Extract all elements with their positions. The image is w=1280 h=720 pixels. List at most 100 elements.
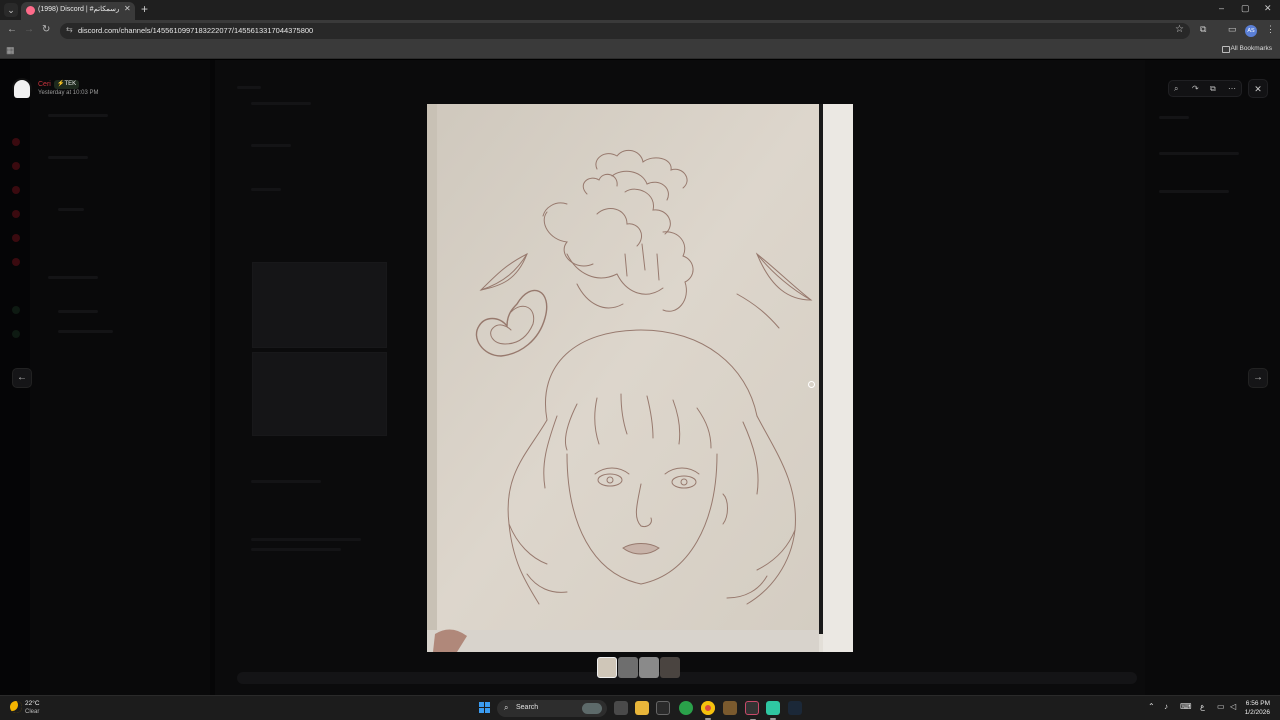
channel-row — [58, 208, 84, 211]
clock-time[interactable]: 6:56 PM — [1246, 700, 1270, 707]
channel-row — [48, 114, 108, 117]
zoom-icon[interactable]: ⌕ — [1174, 84, 1178, 94]
window-close-button[interactable]: ✕ — [1264, 3, 1272, 14]
member-row — [1159, 152, 1239, 155]
windows-logo-icon — [479, 708, 484, 713]
forward-icon[interactable]: → — [24, 24, 34, 35]
attachment-thumbnail — [252, 262, 387, 348]
thumbnail-1[interactable] — [597, 657, 617, 678]
network-icon[interactable]: ▭ — [1217, 702, 1225, 711]
weather-condition[interactable]: Clear — [25, 709, 39, 715]
message-timestamp: Yesterday at 10:03 PM — [38, 90, 99, 96]
url-text: discord.com/channels/1455610997183222077… — [78, 26, 314, 35]
member-row — [1159, 190, 1229, 193]
new-tab-button[interactable]: + — [141, 2, 148, 16]
star-icon[interactable]: ☆ — [1175, 24, 1184, 35]
windows-logo-icon — [485, 708, 490, 713]
maximize-button[interactable]: ▢ — [1241, 3, 1250, 14]
tab-title: (1998) Discord | #رسمكاتم | MN — [38, 6, 122, 13]
guild-tag-label: TEK — [64, 81, 77, 87]
server-icon — [12, 330, 20, 338]
previous-image-button[interactable]: ← — [12, 368, 32, 388]
server-icon — [12, 138, 20, 146]
server-icon — [12, 306, 20, 314]
message-input — [237, 672, 1137, 684]
chrome-icon[interactable] — [701, 701, 715, 720]
attachment-thumbnail — [252, 352, 387, 436]
channel-row — [58, 330, 113, 333]
tab-search-icon[interactable]: ⌄ — [4, 3, 18, 17]
ghost-avatar-icon — [14, 80, 30, 98]
minecraft-icon[interactable] — [723, 701, 737, 715]
chevron-up-icon[interactable]: ⌃ — [1148, 702, 1155, 711]
search-label: Search — [516, 704, 539, 711]
author-name[interactable]: Ceri — [38, 81, 51, 88]
search-icon: ⌕ — [504, 703, 509, 712]
open-external-icon[interactable]: ⧉ — [1210, 84, 1216, 94]
task-view-icon[interactable] — [614, 701, 628, 715]
server-icon — [12, 186, 20, 194]
browser-tab-bar: ⌄ (1998) Discord | #رسمكاتم | MN ✕ + – ▢… — [0, 0, 1280, 20]
zoom-cursor — [808, 381, 815, 388]
guild-tag-badge: ⚡TEK — [54, 80, 80, 89]
thumbnail-3[interactable] — [639, 657, 659, 678]
windows-logo-icon — [479, 702, 484, 707]
tab-close-icon[interactable]: ✕ — [124, 4, 131, 13]
profile-avatar[interactable]: AS — [1245, 25, 1257, 37]
forward-share-icon[interactable]: ↷ — [1192, 84, 1199, 93]
thumbnail-4[interactable] — [660, 657, 680, 678]
start-button[interactable] — [479, 702, 491, 714]
chat-header — [237, 86, 261, 89]
message-line — [251, 188, 281, 191]
browser-toolbar: ← → ↻ ⇆ discord.com/channels/14556109971… — [0, 20, 1280, 42]
windows-logo-icon — [485, 702, 490, 707]
browser-tab-discord[interactable]: (1998) Discord | #رسمكاتم | MN ✕ — [21, 2, 135, 20]
keyboard-icon[interactable]: ⌨ — [1180, 702, 1192, 711]
server-icon — [12, 162, 20, 170]
extensions-icon[interactable]: ⧉ — [1200, 24, 1206, 35]
channel-row — [58, 310, 98, 313]
message-line — [251, 548, 341, 551]
bookmarks-bar: ▦ All Bookmarks — [0, 42, 1280, 59]
microphone-icon[interactable]: ♪ — [1164, 702, 1168, 711]
address-bar[interactable]: ⇆ discord.com/channels/14556109971832220… — [60, 23, 1190, 39]
clock-date[interactable]: 1/2/2026 — [1245, 709, 1270, 716]
back-icon[interactable]: ← — [7, 24, 17, 35]
xbox-icon[interactable] — [679, 701, 693, 715]
volume-icon[interactable]: ◁ — [1230, 702, 1236, 711]
channel-row — [48, 276, 98, 279]
channel-row — [48, 156, 88, 159]
terminal-icon[interactable] — [745, 701, 759, 720]
moon-icon[interactable] — [10, 701, 22, 713]
site-info-icon[interactable]: ⇆ — [66, 25, 73, 34]
lightbox-toolbar: ⌕ ↷ ⧉ ⋯ — [1168, 80, 1242, 97]
screen: ⌄ (1998) Discord | #رسمكاتم | MN ✕ + – ▢… — [0, 0, 1280, 720]
cast-icon[interactable]: ▭ — [1228, 24, 1237, 35]
store-icon[interactable] — [656, 701, 670, 715]
all-bookmarks-link[interactable]: All Bookmarks — [1230, 45, 1272, 52]
folder-icon — [1222, 46, 1230, 53]
server-icon — [12, 258, 20, 266]
language-icon[interactable]: ع — [1200, 702, 1205, 711]
folder-icon[interactable] — [635, 701, 649, 715]
thumbnail-2[interactable] — [618, 657, 638, 678]
next-image-button[interactable]: → — [1248, 368, 1268, 388]
server-icon — [12, 210, 20, 218]
lightbox-image[interactable] — [427, 104, 853, 652]
taskbar-search[interactable]: ⌕ Search — [497, 700, 607, 717]
message-line — [251, 144, 291, 147]
more-icon[interactable]: ⋯ — [1228, 84, 1236, 93]
message-line — [251, 538, 361, 541]
weather-temperature[interactable]: 22°C — [25, 700, 40, 707]
windows-taskbar: 22°C Clear ⌕ Search ⌃ ♪ ⌨ ع ▭ ◁ 6:56 PM … — [0, 695, 1280, 720]
lightbox-close-button[interactable]: ✕ — [1248, 79, 1268, 98]
minimize-button[interactable]: – — [1219, 3, 1224, 13]
reload-icon[interactable]: ↻ — [42, 24, 50, 35]
steam-icon[interactable] — [788, 701, 802, 715]
sketch-photo — [427, 104, 853, 652]
discord-icon[interactable] — [766, 701, 780, 720]
message-line — [251, 102, 311, 105]
menu-icon[interactable]: ⋮ — [1266, 24, 1275, 35]
apps-grid-icon[interactable]: ▦ — [6, 45, 15, 56]
channel-list — [30, 60, 210, 695]
